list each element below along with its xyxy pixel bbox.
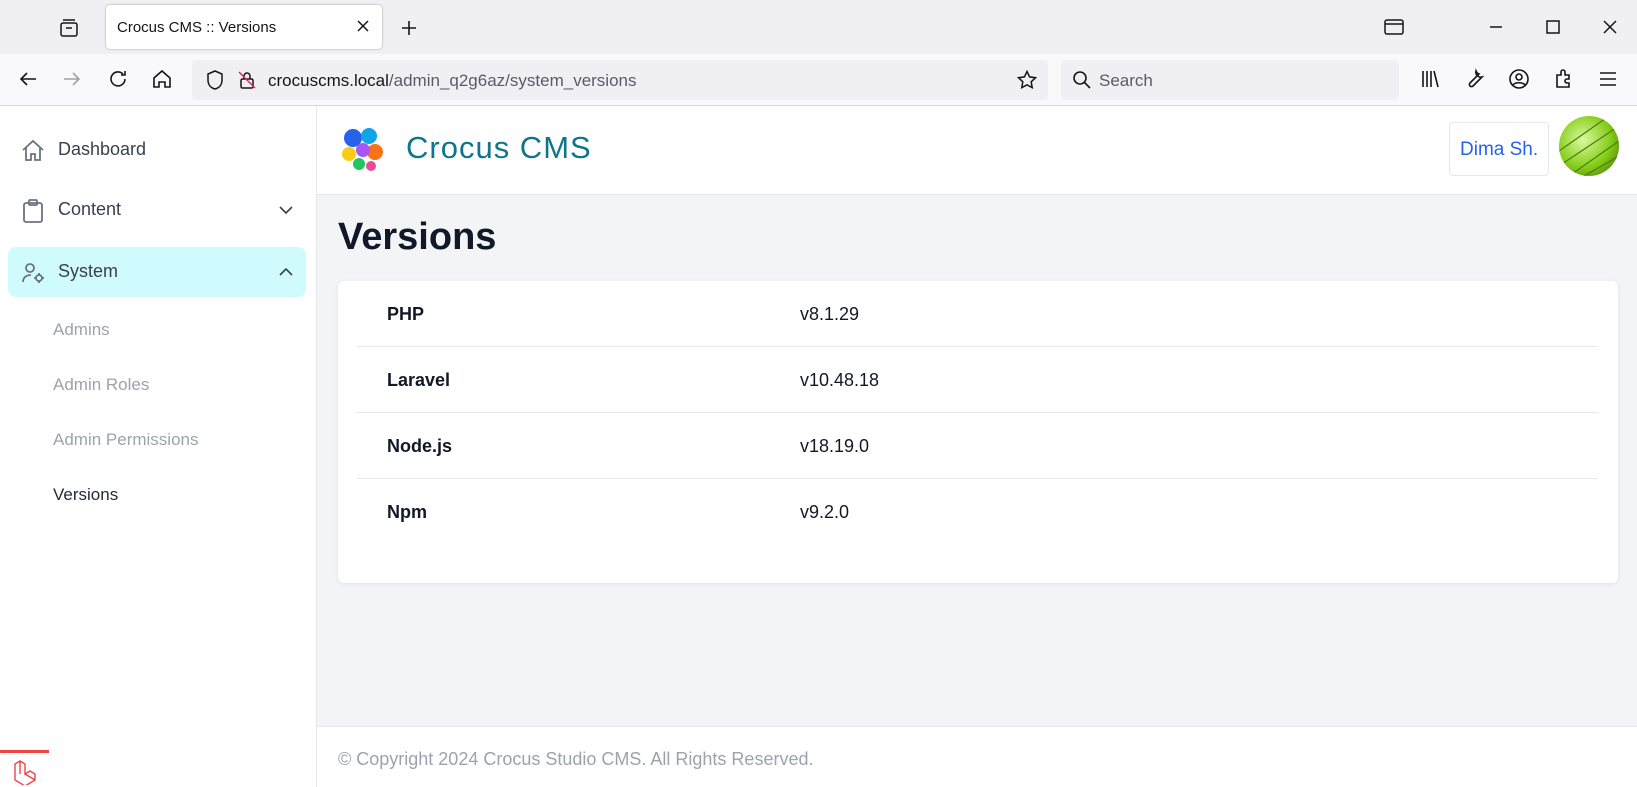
footer: © Copyright 2024 Crocus Studio CMS. All … [317, 726, 1637, 787]
wrench-icon[interactable] [1462, 67, 1486, 91]
minimize-icon[interactable] [1484, 15, 1508, 39]
close-window-icon[interactable] [1598, 15, 1622, 39]
library-icon[interactable] [1418, 67, 1442, 91]
sidebar-subitem-versions[interactable]: Versions [53, 485, 118, 505]
close-tab-icon[interactable] [354, 17, 372, 35]
bookmark-star-icon[interactable] [1016, 69, 1038, 91]
chevron-up-icon [279, 267, 293, 276]
url-text[interactable]: crocuscms.local/admin_q2g6az/system_vers… [268, 71, 637, 91]
url-path: /admin_q2g6az/system_versions [388, 71, 637, 90]
browser-navbar: crocuscms.local/admin_q2g6az/system_vers… [0, 54, 1637, 106]
versions-card: PHP v8.1.29 Laravel v10.48.18 Node.js v1… [338, 281, 1618, 583]
sidebar: Dashboard Content System Admins Admin Ro… [0, 106, 317, 787]
sidebar-subitem-admin-roles[interactable]: Admin Roles [53, 375, 149, 395]
leaf-pattern [1559, 116, 1619, 176]
version-value: v8.1.29 [800, 304, 860, 324]
debugbar-badge[interactable] [0, 750, 49, 787]
laravel-logo-icon [14, 760, 36, 785]
table-row: Laravel v10.48.18 [357, 347, 1598, 413]
menu-icon[interactable] [1596, 67, 1620, 91]
search-bar[interactable]: Search [1061, 60, 1399, 100]
page-title: Versions [338, 216, 497, 258]
app-header: Crocus CMS Dima Sh. [317, 106, 1637, 195]
address-bar[interactable]: crocuscms.local/admin_q2g6az/system_vers… [192, 60, 1048, 100]
sidebar-item-label: Dashboard [58, 139, 147, 159]
sidebar-item-label: System [58, 261, 119, 281]
tab-title: Crocus CMS :: Versions [117, 19, 277, 36]
copyright-text: © Copyright 2024 Crocus Studio CMS. All … [338, 749, 814, 769]
chevron-down-icon [279, 206, 293, 215]
version-name: Laravel [387, 370, 451, 390]
reload-icon[interactable] [106, 67, 130, 91]
user-cog-icon [22, 263, 44, 283]
sidebar-subitem-admins[interactable]: Admins [53, 320, 110, 340]
user-name: Dima Sh. [1460, 139, 1539, 160]
sidebar-item-system[interactable]: System [8, 247, 306, 297]
table-row: PHP v8.1.29 [357, 281, 1598, 347]
extensions-icon[interactable] [1552, 67, 1576, 91]
search-placeholder: Search [1099, 71, 1153, 90]
avatar[interactable] [1559, 116, 1619, 176]
version-value: v10.48.18 [800, 370, 880, 390]
table-row: Npm v9.2.0 [357, 479, 1598, 545]
tab-list-icon[interactable] [58, 17, 80, 39]
version-name: PHP [387, 304, 425, 324]
shield-icon[interactable] [204, 69, 226, 91]
version-value: v9.2.0 [800, 502, 850, 522]
window-tabs-icon[interactable] [1382, 15, 1406, 39]
sidebar-item-dashboard[interactable]: Dashboard [8, 125, 306, 175]
back-icon[interactable] [16, 67, 40, 91]
version-value: v18.19.0 [800, 436, 870, 456]
home-icon [22, 139, 44, 161]
browser-tab-active[interactable]: Crocus CMS :: Versions [106, 5, 382, 49]
brand-name[interactable]: Crocus CMS [406, 130, 592, 166]
sidebar-subitem-admin-permissions[interactable]: Admin Permissions [53, 430, 199, 450]
clipboard-icon [23, 199, 43, 223]
maximize-icon[interactable] [1541, 15, 1565, 39]
search-icon [1073, 71, 1091, 89]
browser-tabbar: Crocus CMS :: Versions [0, 0, 1637, 54]
user-menu-button[interactable]: Dima Sh. [1449, 122, 1549, 176]
sidebar-item-label: Content [58, 199, 122, 219]
url-host: crocuscms.local [268, 71, 389, 90]
version-name: Node.js [387, 436, 453, 456]
crocus-logo-icon[interactable] [335, 124, 389, 178]
home-page-icon[interactable] [150, 67, 174, 91]
insecure-lock-icon[interactable] [236, 69, 258, 91]
account-icon[interactable] [1507, 67, 1531, 91]
forward-icon[interactable] [60, 67, 84, 91]
table-row: Node.js v18.19.0 [357, 413, 1598, 479]
version-name: Npm [387, 502, 427, 522]
new-tab-icon[interactable] [398, 17, 420, 39]
sidebar-item-content[interactable]: Content [8, 185, 306, 235]
